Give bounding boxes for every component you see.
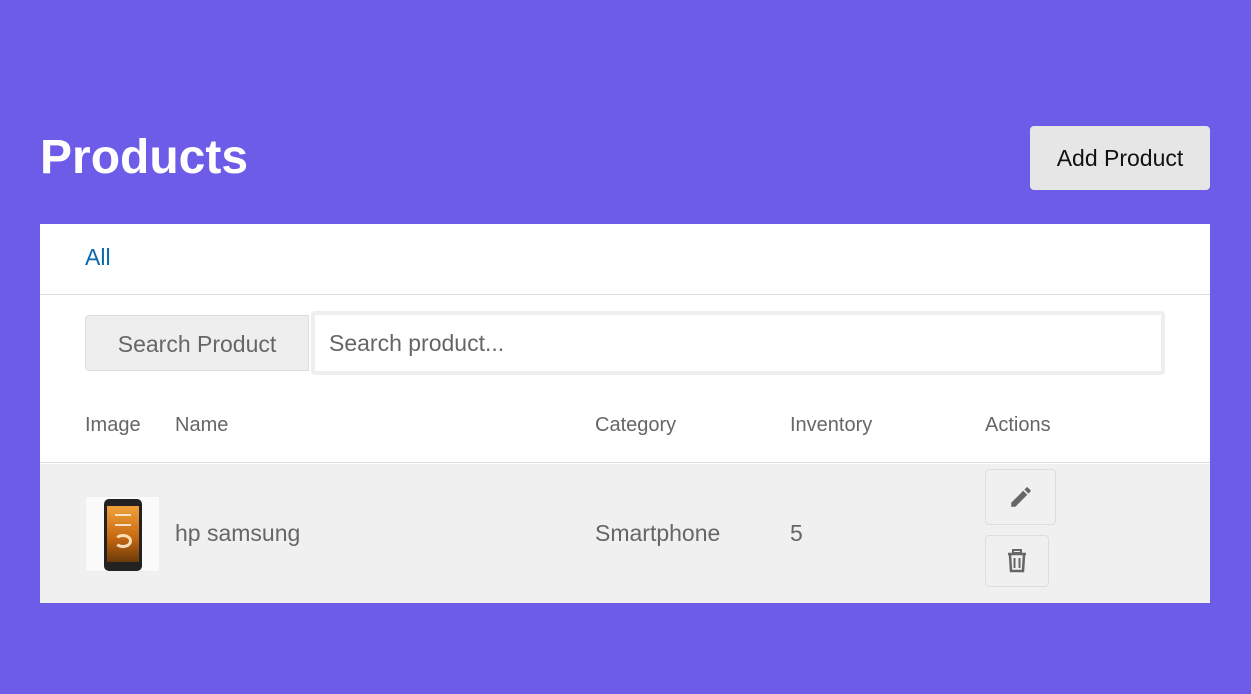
search-group: Search Product [85,311,1165,375]
search-input[interactable] [311,311,1165,375]
trash-icon [1008,549,1026,573]
column-header-category: Category [595,414,677,436]
search-label: Search Product [85,315,309,371]
column-header-image: Image [85,414,141,436]
page-header: Products Add Product [40,126,1210,190]
column-header-inventory: Inventory [790,414,873,436]
product-category: Smartphone [595,520,721,546]
table-header: Image Name Category Inventory Actions [40,399,1210,463]
column-header-name: Name [175,414,229,436]
page-title: Products [40,131,249,184]
products-card: All Search Product Image Name Category I… [40,224,1210,603]
product-inventory: 5 [790,520,803,546]
table-row: hp samsung Smartphone 5 [40,464,1210,603]
product-image [85,496,160,572]
pencil-icon [1010,487,1031,507]
edit-button[interactable] [985,469,1056,525]
tab-bar: All [40,224,1210,295]
delete-button[interactable] [985,535,1049,587]
add-product-button[interactable]: Add Product [1030,126,1210,190]
tab-all[interactable]: All [85,244,111,271]
product-name: hp samsung [175,520,301,546]
smartphone-image [104,499,142,571]
column-header-actions: Actions [985,414,1051,436]
